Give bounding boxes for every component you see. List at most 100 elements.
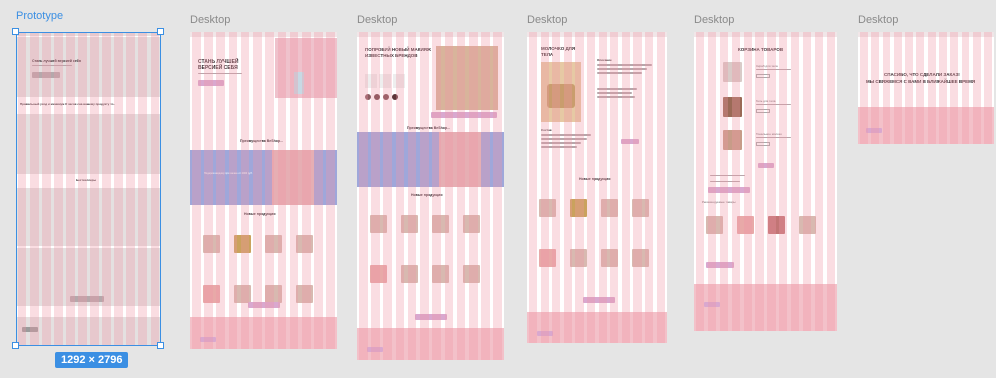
footer-button[interactable] [866,128,882,133]
frame-desktop-makeup[interactable]: ПОПРОБУЙ НОВЫЙ МАКИЯЖ ИЗВЕСТНЫХ БРЕНДОВ … [357,32,504,360]
hero-image [275,38,337,98]
frame-title-desktop-4[interactable]: Desktop [694,14,734,26]
product-card[interactable] [539,199,556,217]
color-swatch[interactable] [383,94,389,100]
product-card[interactable] [370,215,387,233]
show-more-button[interactable] [70,296,104,302]
frame-title-desktop-2[interactable]: Desktop [357,14,397,26]
description-text [597,88,637,90]
hero-text [198,73,242,74]
product-card[interactable] [570,199,587,217]
frame-prototype[interactable]: Стань лучшей версией себя Правильный ухо… [16,32,161,345]
resize-handle-tr[interactable] [157,28,164,35]
hero-button[interactable] [198,80,224,86]
frame-desktop-product[interactable]: МОЛОЧКО ДЛЯ ТЕЛА Описание Состав Новые п… [527,32,667,343]
advantages-banner [190,150,337,205]
product-card[interactable] [401,215,418,233]
update-cart-button[interactable] [758,163,774,168]
product-card[interactable] [737,216,754,234]
hero-block [16,37,161,97]
makeup-item [379,74,391,88]
slider-block [16,114,161,174]
footer-block [527,312,667,343]
product-card[interactable] [463,215,480,233]
hero-button[interactable] [32,72,60,78]
footer-block [858,107,994,144]
cart-item-desc [756,69,791,70]
color-swatch[interactable] [392,94,398,100]
hero-title: Стань лучшей версией себя [32,59,81,63]
product-card[interactable] [370,265,387,283]
product-card[interactable] [432,215,449,233]
add-to-cart-button[interactable] [621,139,639,144]
composition-text [541,134,591,136]
frame-title-desktop-5[interactable]: Desktop [858,14,898,26]
footer-button[interactable] [22,327,38,332]
quantity-stepper[interactable] [756,109,770,113]
footer-button[interactable] [367,347,383,352]
product-card[interactable] [463,265,480,283]
hero-text [32,65,72,66]
product-card[interactable] [632,199,649,217]
new-products-title: Новые продукции [579,177,611,181]
thanks-title-line1: СПАСИБО, ЧТО СДЕЛАЛИ ЗАКАЗ! [884,72,960,77]
nav-bar [190,32,337,37]
model-image [436,46,498,110]
product-card[interactable] [296,285,313,303]
advantages-title: Преимущества BeShop... [240,139,283,143]
frame-desktop-home[interactable]: СТАНЬ ЛУЧШЕЙ ВЕРСИЕЙ СЕБЯ Преимущества B… [190,32,337,349]
show-more-button[interactable] [583,297,615,303]
frame-title-desktop-1[interactable]: Desktop [190,14,230,26]
footer-button[interactable] [200,337,216,342]
makeup-item [365,74,377,88]
product-card[interactable] [601,249,618,267]
product-card[interactable] [203,285,220,303]
resize-handle-tl[interactable] [12,28,19,35]
product-card[interactable] [601,199,618,217]
product-card[interactable] [799,216,816,234]
resize-handle-bl[interactable] [12,342,19,349]
product-card[interactable] [203,235,220,253]
checkout-button[interactable] [708,187,750,193]
product-card[interactable] [432,265,449,283]
product-card[interactable] [539,249,556,267]
composition-text [541,142,581,144]
frame-desktop-cart[interactable]: КОРЗИНА ТОВАРОВ Скраб для тела Гель для … [694,32,837,331]
size-badge: 1292 × 2796 [55,352,129,368]
show-more-button[interactable] [415,314,447,320]
hero-button[interactable] [431,112,497,118]
color-swatch[interactable] [374,94,380,100]
cart-title: КОРЗИНА ТОВАРОВ [738,47,784,52]
footer-button[interactable] [537,331,553,336]
makeup-item [393,74,405,88]
color-swatch[interactable] [365,94,371,100]
product-card[interactable] [632,249,649,267]
description-text [597,92,632,94]
product-title-line2: ТЕЛА [541,52,554,57]
nav-bar [527,32,667,37]
product-card[interactable] [401,265,418,283]
product-card[interactable] [768,216,785,234]
cart-item-image [723,97,742,117]
footer-button[interactable] [704,302,720,307]
product-card[interactable] [570,249,587,267]
product-card[interactable] [265,285,282,303]
frame-desktop-thanks[interactable]: СПАСИБО, ЧТО СДЕЛАЛИ ЗАКАЗ! МЫ СВЯЖЕМСЯ … [858,32,994,144]
product-card[interactable] [706,216,723,234]
description-text [597,96,635,98]
resize-handle-br[interactable] [157,342,164,349]
advantages-title: Преимущества BeShop... [407,126,450,130]
show-more-button[interactable] [706,262,734,268]
section-title: Правильный уход и минимум 8 часов сна ва… [20,102,116,106]
product-card[interactable] [265,235,282,253]
frame-title-desktop-3[interactable]: Desktop [527,14,567,26]
show-more-button[interactable] [248,302,280,308]
cart-item-desc [756,104,791,105]
product-card[interactable] [296,235,313,253]
product-card[interactable] [234,235,251,253]
product-card[interactable] [234,285,251,303]
quantity-stepper[interactable] [756,74,770,78]
cart-item-desc [756,137,791,138]
frame-title-prototype[interactable]: Prototype [16,10,63,22]
quantity-stepper[interactable] [756,142,770,146]
